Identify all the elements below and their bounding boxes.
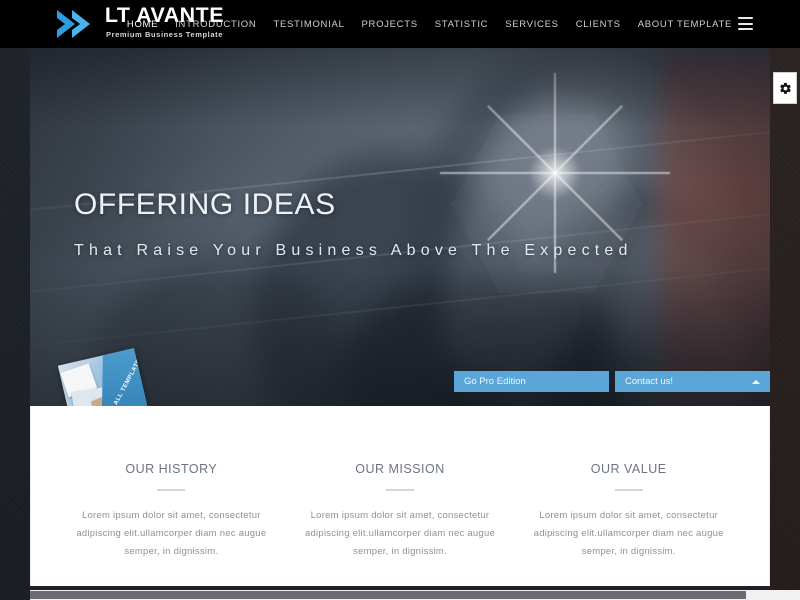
nav-item-statistic[interactable]: STATISTIC [435,19,488,30]
our-value-heading: OUR VALUE [590,462,667,476]
heading-divider [157,489,186,491]
site-header: LT AVANTE Premium Business Template HOME… [0,0,800,48]
our-mission-heading: OUR MISSION [355,462,445,476]
go-pro-edition-button[interactable]: Go Pro Edition [454,371,609,392]
nav-item-clients[interactable]: CLIENTS [576,19,621,30]
main-navigation: HOME INTRODUCTION TESTIMONIAL PROJECTS S… [127,0,732,48]
gear-icon [779,82,792,95]
nav-item-introduction[interactable]: INTRODUCTION [175,19,256,30]
our-history-heading: OUR HISTORY [125,462,218,476]
nav-item-home[interactable]: HOME [127,19,158,30]
feature-column-our-mission: OUR MISSION Lorem ipsum dolor sit amet, … [286,462,515,561]
hero-cta-row: Go Pro Edition Contact us! [454,371,770,392]
hamburger-menu-icon[interactable] [738,17,753,30]
double-chevron-right-icon [55,8,99,40]
go-pro-edition-label: Go Pro Edition [464,376,526,387]
nav-item-services[interactable]: SERVICES [505,19,558,30]
content-section: OUR HISTORY Lorem ipsum dolor sit amet, … [30,406,770,586]
feature-column-our-value: OUR VALUE Lorem ipsum dolor sit amet, co… [514,462,743,561]
hero-subtitle: That Raise Your Business Above The Expec… [74,242,633,259]
contact-us-label: Contact us! [625,376,674,387]
settings-panel-toggle[interactable] [773,72,797,104]
nav-item-about-template[interactable]: ABOUT TEMPLATE [638,19,732,30]
page-gutter-left [0,0,30,600]
hero-banner: OFFERING IDEAS That Raise Your Business … [30,48,770,406]
see-all-templates-label: SEE ALL TEMPLATES [106,353,145,406]
nav-item-testimonial[interactable]: TESTIMONIAL [273,19,344,30]
hero-copy: OFFERING IDEAS That Raise Your Business … [74,188,633,260]
our-mission-body: Lorem ipsum dolor sit amet, consectetur … [304,510,496,557]
page-root: LT AVANTE Premium Business Template HOME… [0,0,800,600]
our-value-body: Lorem ipsum dolor sit amet, consectetur … [533,510,724,557]
contact-us-button[interactable]: Contact us! [615,371,770,392]
see-all-templates-card[interactable]: SEE ALL TEMPLATES [57,348,151,406]
scrollbar-thumb[interactable] [30,591,747,599]
nav-item-projects[interactable]: PROJECTS [361,19,417,30]
feature-columns: OUR HISTORY Lorem ipsum dolor sit amet, … [31,406,769,561]
chevron-up-icon [752,379,760,384]
feature-column-our-history: OUR HISTORY Lorem ipsum dolor sit amet, … [57,462,286,561]
hero-title: OFFERING IDEAS [74,188,336,221]
heading-divider [614,489,643,491]
horizontal-scrollbar[interactable] [30,590,800,600]
our-history-body: Lorem ipsum dolor sit amet, consectetur … [76,510,267,557]
heading-divider [386,489,414,491]
